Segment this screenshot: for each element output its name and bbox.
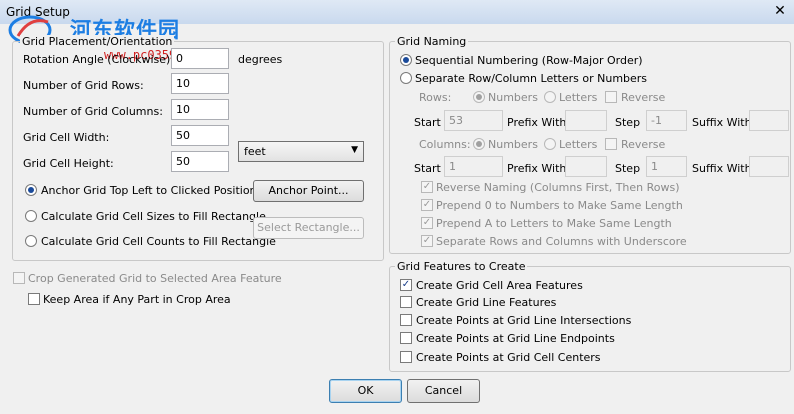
rows-naming-label: Rows:: [419, 91, 452, 104]
crop-checkbox[interactable]: [13, 272, 25, 284]
reverse-naming-checkbox[interactable]: ✓: [421, 181, 433, 193]
intersections-checkbox[interactable]: [400, 314, 412, 326]
endpoints-label[interactable]: Create Points at Grid Line Endpoints: [416, 332, 615, 345]
ok-button[interactable]: OK: [329, 379, 402, 403]
fill-size-radio[interactable]: [25, 210, 37, 222]
prepend-zero-label[interactable]: Prepend 0 to Numbers to Make Same Length: [436, 199, 683, 212]
cols-step-label: Step: [615, 162, 641, 175]
rows-prefix-label: Prefix With: [507, 116, 567, 129]
placement-legend: Grid Placement/Orientation: [20, 35, 175, 48]
columns-naming-label: Columns:: [419, 138, 471, 151]
endpoints-checkbox[interactable]: [400, 332, 412, 344]
fill-count-radio[interactable]: [25, 235, 37, 247]
grid-setup-dialog: Grid Setup ✕ 河东软件园 www.pc0359.cn Grid Pl…: [0, 0, 794, 414]
keep-area-checkbox[interactable]: [28, 293, 40, 305]
line-features-label[interactable]: Create Grid Line Features: [416, 296, 556, 309]
rows-start-label: Start: [414, 116, 441, 129]
separate-radio[interactable]: [400, 72, 412, 84]
prepend-a-checkbox[interactable]: ✓: [421, 217, 433, 229]
chevron-down-icon: ▼: [351, 145, 358, 155]
naming-legend: Grid Naming: [395, 35, 469, 48]
cols-start-label: Start: [414, 162, 441, 175]
rows-numbers-label[interactable]: Numbers: [488, 91, 538, 104]
unit-select-value: feet: [244, 145, 266, 158]
cols-start-input[interactable]: 1: [444, 156, 503, 177]
rows-suffix-label: Suffix With: [692, 116, 752, 129]
rows-reverse-checkbox[interactable]: [605, 91, 617, 103]
sequential-label[interactable]: Sequential Numbering (Row-Major Order): [415, 54, 643, 67]
prepend-a-label[interactable]: Prepend A to Letters to Make Same Length: [436, 217, 672, 230]
rows-numbers-radio[interactable]: [473, 91, 485, 103]
centers-checkbox[interactable]: [400, 351, 412, 363]
rotation-input[interactable]: 0: [171, 48, 229, 69]
select-rectangle-button[interactable]: Select Rectangle...: [253, 217, 364, 239]
cols-step-input[interactable]: 1: [646, 156, 687, 177]
line-features-checkbox[interactable]: [400, 296, 412, 308]
centers-label[interactable]: Create Points at Grid Cell Centers: [416, 351, 601, 364]
cols-reverse-label[interactable]: Reverse: [621, 138, 665, 151]
cols-prefix-input[interactable]: [565, 156, 607, 177]
cols-numbers-radio[interactable]: [473, 138, 485, 150]
cols-letters-radio[interactable]: [544, 138, 556, 150]
height-label: Grid Cell Height:: [23, 157, 114, 170]
rows-input[interactable]: 10: [171, 73, 229, 94]
prepend-zero-checkbox[interactable]: ✓: [421, 199, 433, 211]
unit-select[interactable]: feet ▼: [238, 141, 364, 162]
cancel-button[interactable]: Cancel: [407, 379, 480, 403]
close-icon[interactable]: ✕: [772, 3, 788, 19]
rows-suffix-input[interactable]: [749, 110, 789, 131]
rows-prefix-input[interactable]: [565, 110, 607, 131]
fill-count-label[interactable]: Calculate Grid Cell Counts to Fill Recta…: [41, 235, 276, 248]
rows-start-input[interactable]: 53: [444, 110, 503, 131]
underscore-label[interactable]: Separate Rows and Columns with Underscor…: [436, 235, 687, 248]
anchor-label[interactable]: Anchor Grid Top Left to Clicked Position: [41, 184, 257, 197]
intersections-label[interactable]: Create Points at Grid Line Intersections: [416, 314, 631, 327]
cell-area-label[interactable]: Create Grid Cell Area Features: [416, 279, 583, 292]
cols-reverse-checkbox[interactable]: [605, 138, 617, 150]
cols-suffix-input[interactable]: [749, 156, 789, 177]
anchor-radio[interactable]: [25, 184, 37, 196]
rows-label: Number of Grid Rows:: [23, 79, 144, 92]
width-label: Grid Cell Width:: [23, 131, 110, 144]
height-input[interactable]: 50: [171, 151, 229, 172]
cols-input[interactable]: 10: [171, 99, 229, 120]
anchor-point-button[interactable]: Anchor Point...: [253, 180, 364, 202]
reverse-naming-label[interactable]: Reverse Naming (Columns First, Then Rows…: [436, 181, 680, 194]
rows-step-label: Step: [615, 116, 641, 129]
crop-label[interactable]: Crop Generated Grid to Selected Area Fea…: [28, 272, 282, 285]
width-input[interactable]: 50: [171, 125, 229, 146]
rotation-label: Rotation Angle (Clockwise):: [23, 53, 175, 66]
cols-label: Number of Grid Columns:: [23, 105, 163, 118]
rows-step-input[interactable]: -1: [646, 110, 687, 131]
separate-label[interactable]: Separate Row/Column Letters or Numbers: [415, 72, 647, 85]
cols-suffix-label: Suffix With: [692, 162, 752, 175]
cell-area-checkbox[interactable]: ✓: [400, 279, 412, 291]
cols-letters-label[interactable]: Letters: [559, 138, 597, 151]
underscore-checkbox[interactable]: ✓: [421, 235, 433, 247]
keep-area-label[interactable]: Keep Area if Any Part in Crop Area: [43, 293, 231, 306]
rotation-unit: degrees: [238, 53, 283, 66]
cols-prefix-label: Prefix With: [507, 162, 567, 175]
fill-size-label[interactable]: Calculate Grid Cell Sizes to Fill Rectan…: [41, 210, 266, 223]
rows-letters-label[interactable]: Letters: [559, 91, 597, 104]
rows-letters-radio[interactable]: [544, 91, 556, 103]
features-legend: Grid Features to Create: [395, 260, 528, 273]
rows-reverse-label[interactable]: Reverse: [621, 91, 665, 104]
cols-numbers-label[interactable]: Numbers: [488, 138, 538, 151]
sequential-radio[interactable]: [400, 54, 412, 66]
